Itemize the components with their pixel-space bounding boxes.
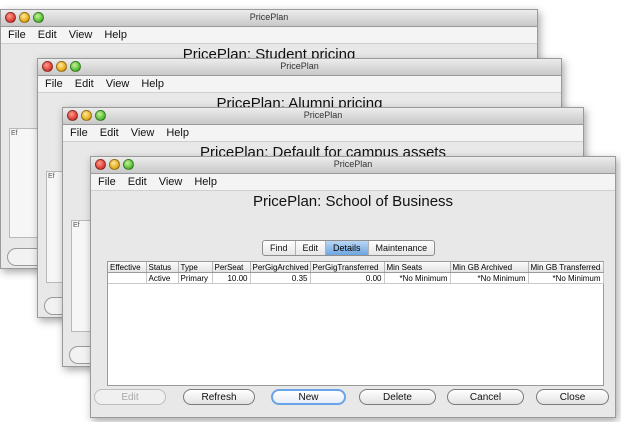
tab-details[interactable]: Details: [326, 241, 369, 255]
menu-help[interactable]: Help: [161, 125, 194, 141]
menu-edit[interactable]: Edit: [70, 76, 99, 92]
menu-file[interactable]: File: [3, 27, 31, 43]
window-title: PricePlan: [249, 12, 289, 22]
menu-file[interactable]: File: [65, 125, 93, 141]
column-header-effective: Ef: [11, 130, 18, 137]
table-header-row: Effective Status Type PerSeat PerGigArch…: [108, 262, 604, 273]
window-title: PricePlan: [303, 110, 343, 120]
table-cell[interactable]: 10.00: [212, 272, 251, 284]
refresh-button[interactable]: Refresh: [183, 389, 255, 405]
menu-view[interactable]: View: [154, 174, 188, 190]
menu-bar: File Edit View Help: [38, 76, 561, 93]
details-table[interactable]: Effective Status Type PerSeat PerGigArch…: [107, 261, 604, 386]
column-header-pergigtransferred[interactable]: PerGigTransferred: [310, 262, 385, 273]
table-row[interactable]: Active Primary 10.00 0.35 0.00 *No Minim…: [108, 272, 604, 284]
menu-edit[interactable]: Edit: [33, 27, 62, 43]
page-title: PricePlan: School of Business: [252, 193, 454, 210]
table-cell[interactable]: 0.35: [250, 272, 311, 284]
menu-file[interactable]: File: [93, 174, 121, 190]
column-header-status[interactable]: Status: [146, 262, 179, 273]
menu-bar: File Edit View Help: [1, 27, 537, 44]
tab-find[interactable]: Find: [263, 241, 296, 255]
window-title: PricePlan: [333, 159, 373, 169]
menu-help[interactable]: Help: [189, 174, 222, 190]
menu-view[interactable]: View: [126, 125, 160, 141]
window-title: PricePlan: [280, 61, 319, 71]
menu-bar: File Edit View Help: [63, 125, 583, 142]
column-header-min-seats[interactable]: Min Seats: [384, 262, 451, 273]
title-bar[interactable]: PricePlan: [1, 10, 537, 27]
title-bar[interactable]: PricePlan: [38, 59, 561, 76]
column-header-min-gb-transferred[interactable]: Min GB Transferred: [528, 262, 604, 273]
menu-file[interactable]: File: [40, 76, 68, 92]
tab-bar: Find Edit Details Maintenance: [262, 240, 436, 256]
column-header-effective[interactable]: Effective: [108, 262, 147, 273]
menu-edit[interactable]: Edit: [123, 174, 152, 190]
title-bar[interactable]: PricePlan: [63, 108, 583, 125]
table-cell[interactable]: *No Minimum: [528, 272, 604, 284]
menu-edit[interactable]: Edit: [95, 125, 124, 141]
table-cell[interactable]: 0.00: [310, 272, 385, 284]
table-cell[interactable]: *No Minimum: [450, 272, 529, 284]
table-cell[interactable]: *No Minimum: [384, 272, 451, 284]
tab-maintenance[interactable]: Maintenance: [369, 241, 435, 255]
column-header-type[interactable]: Type: [178, 262, 213, 273]
title-bar[interactable]: PricePlan: [91, 157, 615, 174]
menu-view[interactable]: View: [101, 76, 135, 92]
menu-help[interactable]: Help: [99, 27, 132, 43]
column-header-pergigarchived[interactable]: PerGigArchived: [250, 262, 311, 273]
column-header-effective: Ef: [48, 173, 55, 180]
tab-edit[interactable]: Edit: [296, 241, 327, 255]
cancel-button[interactable]: Cancel: [447, 389, 524, 405]
table-cell[interactable]: [108, 272, 147, 284]
menu-bar: File Edit View Help: [91, 174, 615, 191]
close-button[interactable]: Close: [536, 389, 609, 405]
window-school-of-business[interactable]: PricePlan File Edit View Help PricePlan:…: [90, 156, 616, 418]
edit-button[interactable]: Edit: [94, 389, 166, 405]
column-header-perseat[interactable]: PerSeat: [212, 262, 251, 273]
menu-help[interactable]: Help: [136, 76, 169, 92]
delete-button[interactable]: Delete: [359, 389, 436, 405]
new-button[interactable]: New: [271, 389, 346, 405]
menu-view[interactable]: View: [64, 27, 98, 43]
table-cell[interactable]: Active: [146, 272, 179, 284]
column-header-effective: Ef: [73, 222, 80, 229]
column-header-min-gb-archived[interactable]: Min GB Archived: [450, 262, 529, 273]
table-cell[interactable]: Primary: [178, 272, 213, 284]
